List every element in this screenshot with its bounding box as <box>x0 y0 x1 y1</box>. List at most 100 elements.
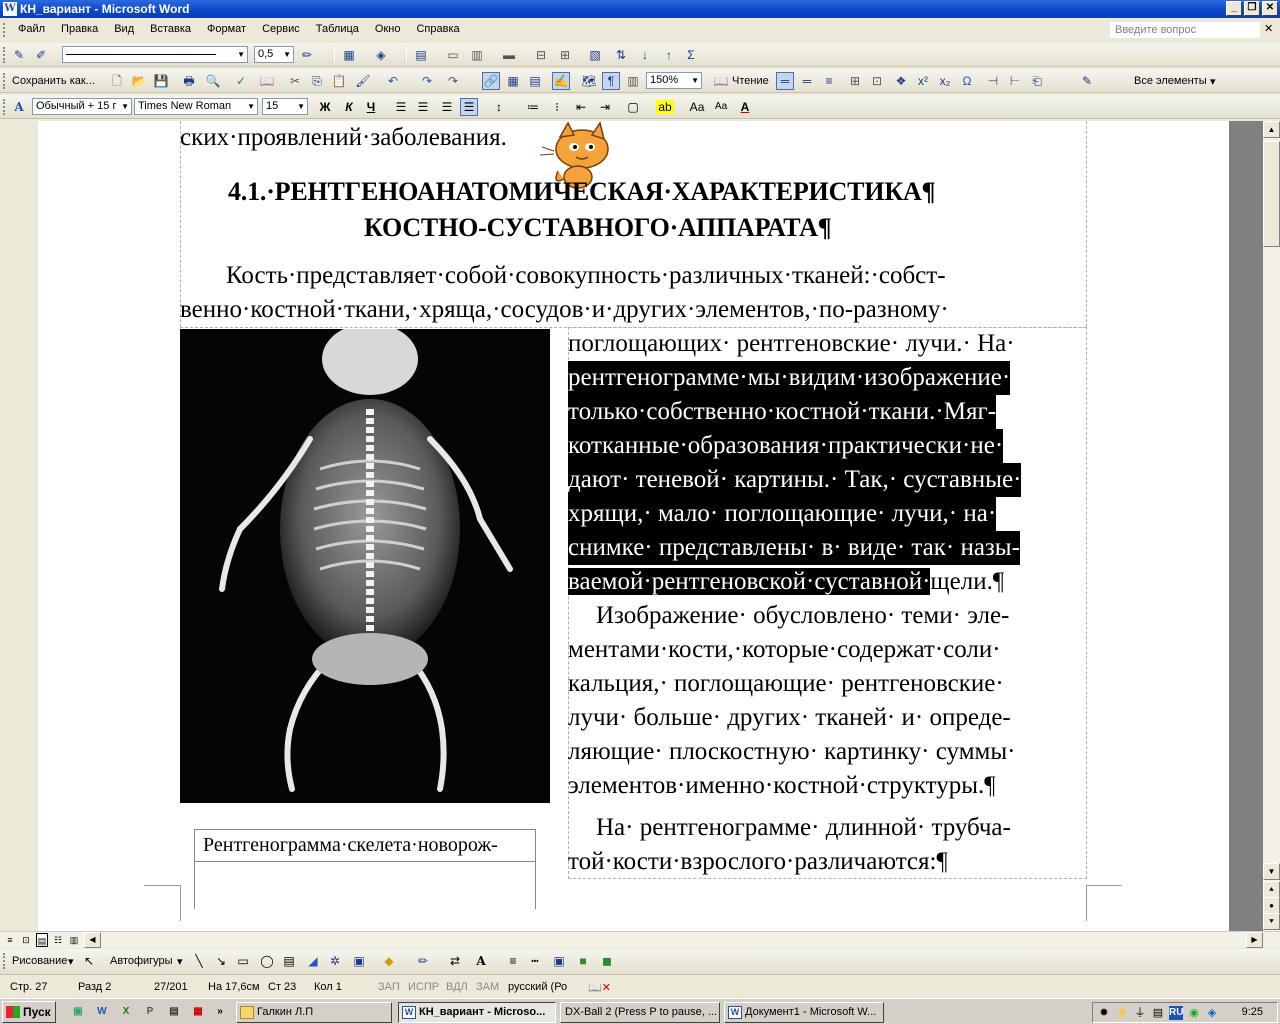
scroll-up-button[interactable]: ▲ <box>1263 121 1280 138</box>
toolbar-grip[interactable] <box>3 99 6 115</box>
save-icon[interactable]: 💾 <box>152 72 170 90</box>
distribute-cols-icon[interactable]: ⊞ <box>556 46 574 64</box>
quicklaunch-desktop-icon[interactable]: ▣ <box>70 1004 86 1020</box>
font-size-select[interactable]: 15 ▼ <box>262 98 308 115</box>
bold-icon[interactable]: Ж <box>316 98 334 116</box>
show-hide-icon[interactable]: ¶ <box>602 72 620 90</box>
tray-antivirus-icon[interactable]: ◉ <box>1187 1006 1201 1020</box>
shading-icon[interactable]: ◈ <box>372 46 390 64</box>
border-color-icon[interactable]: ✏ <box>298 46 316 64</box>
open-icon[interactable]: 📂 <box>130 72 148 90</box>
draw-table-icon[interactable]: ✎ <box>10 46 28 64</box>
tray-usb-icon[interactable]: ⏚ <box>1133 1006 1147 1020</box>
menu-tools[interactable]: Сервис <box>254 23 308 35</box>
minimize-button[interactable]: _ <box>1226 1 1242 16</box>
subscript-icon[interactable]: x₂ <box>936 72 954 90</box>
equals-line-icon[interactable]: ≡ <box>820 72 838 90</box>
line-style-icon[interactable]: ≡ <box>504 952 522 970</box>
drawing-menu-button[interactable]: Рисование <box>12 955 67 967</box>
status-record[interactable]: ЗАП <box>378 981 400 993</box>
scroll-down-button[interactable]: ▼ <box>1263 863 1280 880</box>
styles-pane-icon[interactable]: A <box>10 98 28 116</box>
taskbar-item-word-active[interactable]: W КН_вариант - Microsо... <box>398 1002 556 1023</box>
tray-clock[interactable]: 9:25 <box>1242 1006 1263 1018</box>
quicklaunch-cmd-icon[interactable]: ▤ <box>166 1004 182 1020</box>
clipart-icon[interactable]: ▣ <box>350 952 368 970</box>
italic-icon[interactable]: К <box>340 98 358 116</box>
close-document-icon[interactable]: ✕ <box>1264 22 1273 35</box>
research-icon[interactable]: 📖 <box>258 72 276 90</box>
prev-page-button[interactable]: ⯅ <box>1263 881 1280 898</box>
line-spacing-icon[interactable]: ↕ <box>490 98 508 116</box>
taskbar-item-dxball[interactable]: DX-Ball 2 (Press P to pause, ... <box>560 1002 720 1023</box>
line-icon[interactable]: ╲ <box>190 952 208 970</box>
toolbar-grip[interactable] <box>3 47 6 63</box>
arrow-icon[interactable]: ↘ <box>212 952 230 970</box>
style-select[interactable]: Обычный + 15 г ▼ <box>32 98 132 115</box>
status-language[interactable]: русский (Ро <box>508 981 567 993</box>
font-color-icon[interactable]: A <box>736 98 754 116</box>
print-layout-button[interactable]: ▤ <box>36 933 48 947</box>
eraser-icon[interactable]: ✐ <box>32 46 50 64</box>
justify-icon[interactable]: ☰ <box>460 98 478 116</box>
menu-window[interactable]: Окно <box>367 23 409 35</box>
borders-icon[interactable]: ▦ <box>340 46 358 64</box>
print-preview-icon[interactable]: 🔍 <box>204 72 222 90</box>
document-map-icon[interactable]: 🗺 <box>580 72 598 90</box>
swap-icon[interactable]: ⇄ <box>446 952 464 970</box>
grid-icon-1[interactable]: ⊞ <box>846 72 864 90</box>
drawing-menu-arrow[interactable]: ▾ <box>68 955 74 968</box>
quicklaunch-more-icon[interactable]: » <box>212 1004 228 1020</box>
horizontal-scrollbar[interactable]: ≡ ⊡ ▤ ☷ ▥ ◀ ▶ <box>0 931 1280 948</box>
textbox-icon[interactable]: ▤ <box>280 952 298 970</box>
line-style-select[interactable]: ▼ <box>62 46 248 63</box>
custom-icon[interactable]: ⎗ <box>1028 72 1046 90</box>
web-view-button[interactable]: ⊡ <box>20 933 32 947</box>
columns-icon[interactable]: ▥ <box>624 72 642 90</box>
reading-icon[interactable]: 📖 <box>712 72 730 90</box>
reading-view-button[interactable]: ▥ <box>68 933 80 947</box>
quicklaunch-word-icon[interactable]: W <box>94 1004 110 1020</box>
autoshapes-button[interactable]: Автофигуры <box>110 955 173 967</box>
print-icon[interactable]: 🖶 <box>180 72 198 90</box>
double-line-icon[interactable]: ═ <box>798 72 816 90</box>
change-case-icon[interactable]: Аа <box>712 98 730 116</box>
merge-cells-icon[interactable]: ▭ <box>444 46 462 64</box>
scroll-thumb[interactable] <box>1263 141 1280 247</box>
browse-object-button[interactable]: ● <box>1263 897 1280 914</box>
rectangle-icon[interactable]: ▭ <box>234 952 252 970</box>
underline-icon[interactable]: Ч <box>362 98 380 116</box>
oval-icon[interactable]: ◯ <box>258 952 276 970</box>
skeleton-xray-image[interactable] <box>180 329 550 803</box>
align-right-icon[interactable]: ☰ <box>438 98 456 116</box>
tray-network-icon[interactable]: ⚡ <box>1115 1006 1129 1020</box>
menu-table[interactable]: Таблица <box>308 23 367 35</box>
close-button[interactable]: ✕ <box>1262 1 1278 16</box>
toolbar-grip[interactable] <box>3 953 6 969</box>
3d-icon[interactable]: ◼ <box>598 952 616 970</box>
cut-icon[interactable]: ✂ <box>286 72 304 90</box>
status-overtype[interactable]: ЗАМ <box>476 981 499 993</box>
tray-printer-icon[interactable]: ▤ <box>1151 1006 1165 1020</box>
caption-textbox[interactable]: Рентгенограмма·скелета·новорож- <box>194 829 536 909</box>
hyperlink-icon[interactable]: 🔗 <box>482 72 500 90</box>
toolbar-grip[interactable] <box>3 73 6 89</box>
sort-descending-icon[interactable]: ↑ <box>660 46 678 64</box>
line-style-icon[interactable]: ═ <box>776 72 794 90</box>
outline-view-button[interactable]: ☷ <box>52 933 64 947</box>
align-cell-icon[interactable]: ▬ <box>500 46 518 64</box>
all-elements-dropdown[interactable]: Все элементы <box>1134 75 1207 87</box>
maximize-button[interactable]: ❐ <box>1244 1 1260 16</box>
split-cells-icon[interactable]: ▥ <box>468 46 486 64</box>
new-document-icon[interactable]: 🗋 <box>108 72 126 90</box>
move-icon-1[interactable]: ⊣ <box>984 72 1002 90</box>
diagram-icon[interactable]: ✲ <box>326 952 344 970</box>
increase-indent-icon[interactable]: ⇥ <box>596 98 614 116</box>
quicklaunch-publisher-icon[interactable]: P <box>142 1004 158 1020</box>
distribute-rows-icon[interactable]: ⊟ <box>532 46 550 64</box>
arrow-style-icon[interactable]: ▣ <box>550 952 568 970</box>
dash-style-icon[interactable]: ┅ <box>526 952 544 970</box>
tray-update-icon[interactable]: ◈ <box>1205 1006 1219 1020</box>
copy-icon[interactable]: ⎘ <box>308 72 326 90</box>
document-page[interactable]: ских·проявлений·заболевания. 4.1.·РЕНТГЕ… <box>38 121 1229 931</box>
